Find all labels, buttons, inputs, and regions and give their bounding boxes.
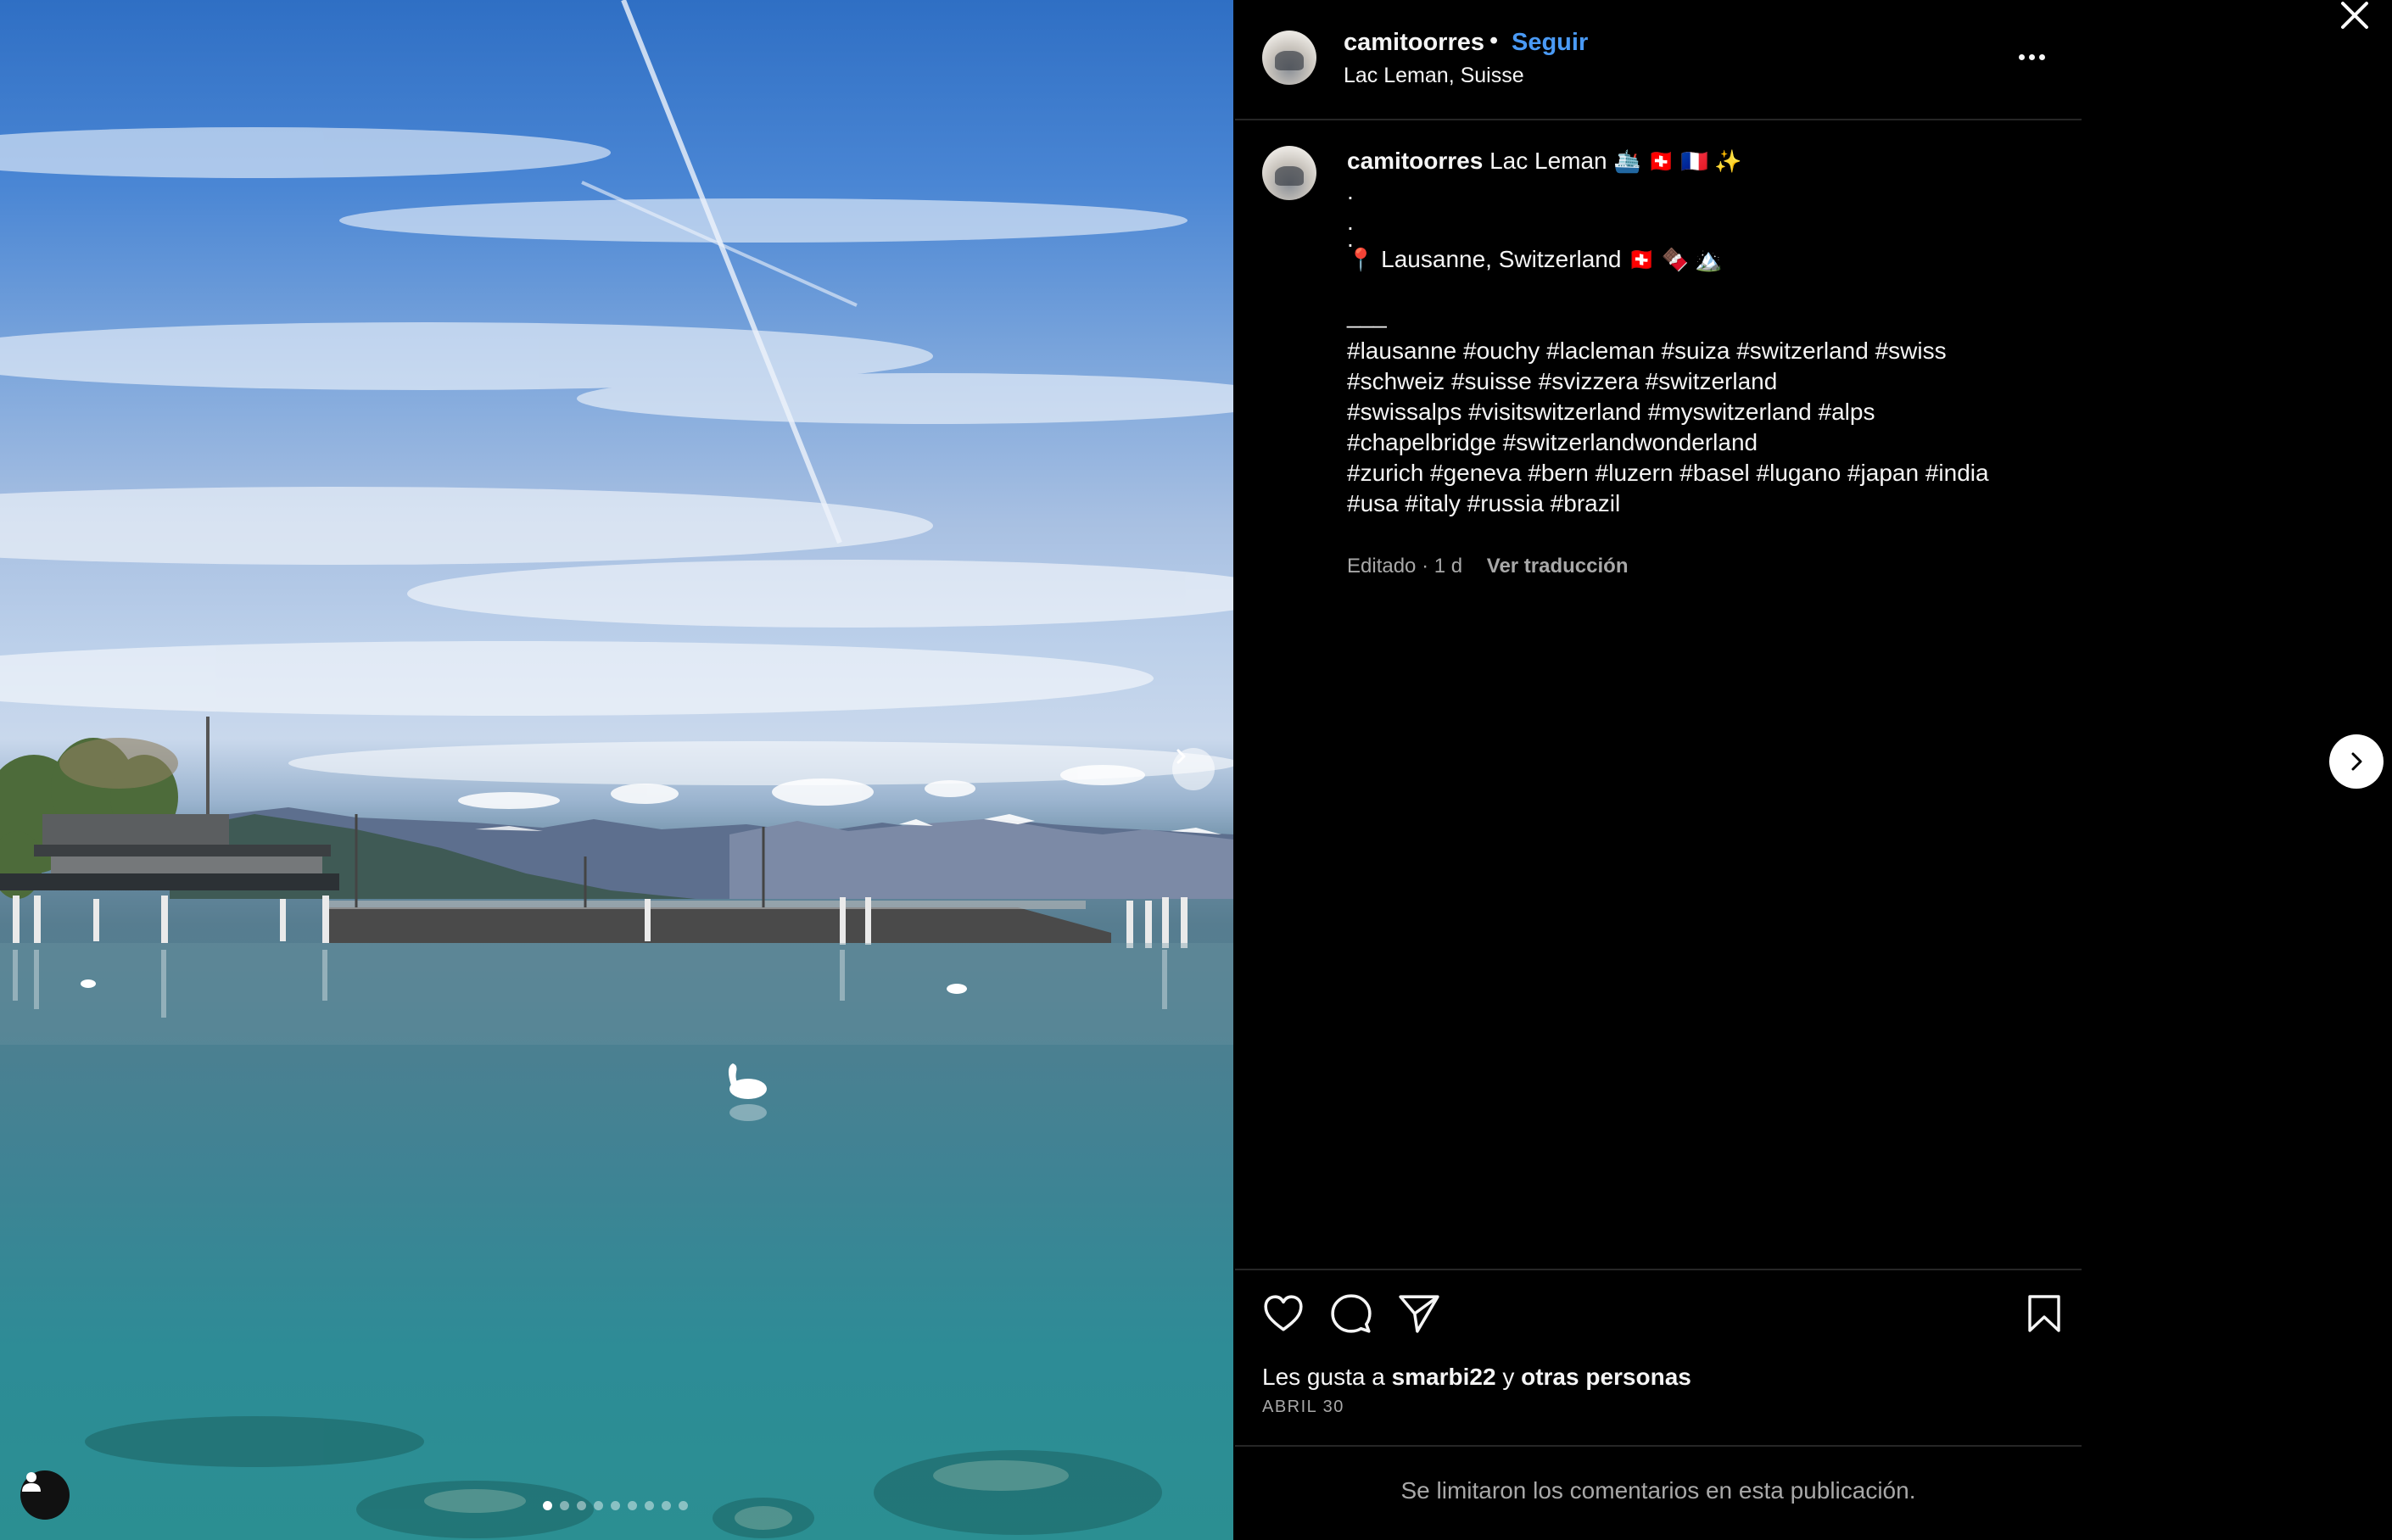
caption-rule: ___	[1347, 302, 1387, 328]
chevron-right-icon	[1176, 749, 1186, 764]
carousel-dot	[560, 1501, 569, 1510]
more-dots-icon	[2029, 54, 2035, 60]
caption-title: Lac Leman	[1489, 148, 1607, 174]
caption-dot-line: .	[1347, 209, 1354, 235]
hashtag-line[interactable]: #usa #italy #russia #brazil	[1347, 488, 2043, 519]
header-divider	[1235, 119, 2082, 120]
post-details-panel: camitoorres • Seguir Lac Leman, Suisse c…	[1235, 0, 2082, 1540]
likes-others-link[interactable]: otras personas	[1521, 1364, 1691, 1390]
user-silhouette-icon	[22, 1472, 41, 1492]
carousel-dot	[577, 1501, 586, 1510]
paper-plane-icon[interactable]	[1398, 1292, 1440, 1335]
post-photo[interactable]	[0, 0, 1233, 1540]
heart-icon[interactable]	[1262, 1292, 1305, 1335]
hashtag-line[interactable]: #swissalps #visitswitzerland #myswitzerl…	[1347, 397, 2043, 427]
author-username[interactable]: camitoorres	[1344, 29, 1484, 57]
lake-scene-illustration	[0, 0, 1233, 1538]
carousel-dots	[543, 1501, 688, 1510]
carousel-dot	[628, 1501, 637, 1510]
carousel-dot	[543, 1501, 552, 1510]
caption-dot-line: .	[1347, 226, 1354, 252]
likes-summary: Les gusta a smarbi22 y otras personas	[1262, 1364, 1691, 1391]
author-avatar[interactable]	[1262, 31, 1316, 85]
post-date[interactable]: ABRIL 30	[1262, 1398, 1344, 1417]
hashtag-line[interactable]: #lausanne #ouchy #lacleman #suiza #switz…	[1347, 336, 2043, 366]
close-icon[interactable]	[2336, 0, 2373, 37]
next-post-button[interactable]	[2329, 734, 2384, 789]
carousel-dot	[645, 1501, 654, 1510]
bookmark-icon[interactable]	[2026, 1292, 2063, 1335]
comment-bubble-icon[interactable]	[1330, 1292, 1372, 1335]
hashtag-line[interactable]: #schweiz #suisse #svizzera #switzerland	[1347, 366, 2043, 397]
caption-meta: Editado · 1 d Ver traducción	[1347, 555, 1629, 578]
caption-location-emoji: 🇨🇭 🍫 🏔️	[1628, 247, 1723, 272]
see-translation-button[interactable]: Ver traducción	[1487, 555, 1629, 578]
caption-avatar[interactable]	[1262, 146, 1316, 200]
more-dots-icon	[2019, 54, 2025, 60]
actions-divider	[1235, 1269, 2082, 1270]
tagged-users-button[interactable]	[20, 1470, 70, 1520]
location-pin-icon: 📍	[1347, 247, 1375, 272]
caption-username[interactable]: camitoorres	[1347, 148, 1483, 174]
comments-divider	[1235, 1445, 2082, 1447]
carousel-dot	[679, 1501, 688, 1510]
caption: camitoorres Lac Leman 🛳️ 🇨🇭 🇫🇷 ✨ . . . 📍…	[1347, 146, 2043, 519]
caption-title-emoji: 🛳️ 🇨🇭 🇫🇷 ✨	[1613, 148, 1742, 174]
carousel-dot	[611, 1501, 620, 1510]
edited-timestamp: Editado · 1 d	[1347, 555, 1463, 578]
post-location[interactable]: Lac Leman, Suisse	[1344, 64, 1524, 88]
likes-prefix: Les gusta a	[1262, 1364, 1385, 1390]
post-actions-bar	[1262, 1292, 2060, 1338]
carousel-next-button[interactable]	[1172, 748, 1215, 790]
chevron-right-icon	[2351, 752, 2362, 771]
carousel-dot	[662, 1501, 671, 1510]
more-dots-icon	[2039, 54, 2045, 60]
more-options-button[interactable]	[2019, 54, 2045, 60]
header-separator: •	[1489, 27, 1499, 54]
comments-limited-notice: Se limitaron los comentarios en esta pub…	[1400, 1477, 1916, 1504]
hashtag-line[interactable]: #chapelbridge #switzerlandwonderland	[1347, 427, 2043, 458]
hashtag-line[interactable]: #zurich #geneva #bern #luzern #basel #lu…	[1347, 458, 2043, 488]
carousel-dot	[594, 1501, 603, 1510]
likes-conjunction: y	[1502, 1364, 1515, 1390]
liker-username[interactable]: smarbi22	[1392, 1364, 1496, 1390]
caption-dot-line: .	[1347, 178, 1354, 204]
follow-button[interactable]: Seguir	[1512, 29, 1588, 57]
caption-location: Lausanne, Switzerland	[1381, 246, 1622, 272]
